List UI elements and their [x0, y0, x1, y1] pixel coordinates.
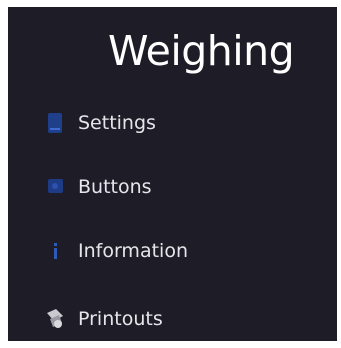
menu-item-label: Information — [78, 240, 188, 262]
menu-item-label: Printouts — [78, 308, 163, 330]
menu-item-label: Settings — [78, 112, 156, 134]
menu-item-label: Buttons — [78, 176, 152, 198]
menu-item-settings[interactable]: Settings — [44, 107, 156, 139]
printouts-icon — [44, 307, 66, 331]
menu-item-buttons[interactable]: Buttons — [44, 171, 152, 203]
weighing-menu-panel: Weighing Settings Buttons Information Pr… — [8, 7, 337, 341]
menu-item-information[interactable]: Information — [44, 235, 188, 267]
page-title: Weighing — [108, 27, 295, 75]
menu-item-printouts[interactable]: Printouts — [44, 303, 163, 335]
buttons-icon — [44, 175, 66, 199]
settings-icon — [44, 111, 66, 135]
information-icon — [44, 239, 66, 263]
